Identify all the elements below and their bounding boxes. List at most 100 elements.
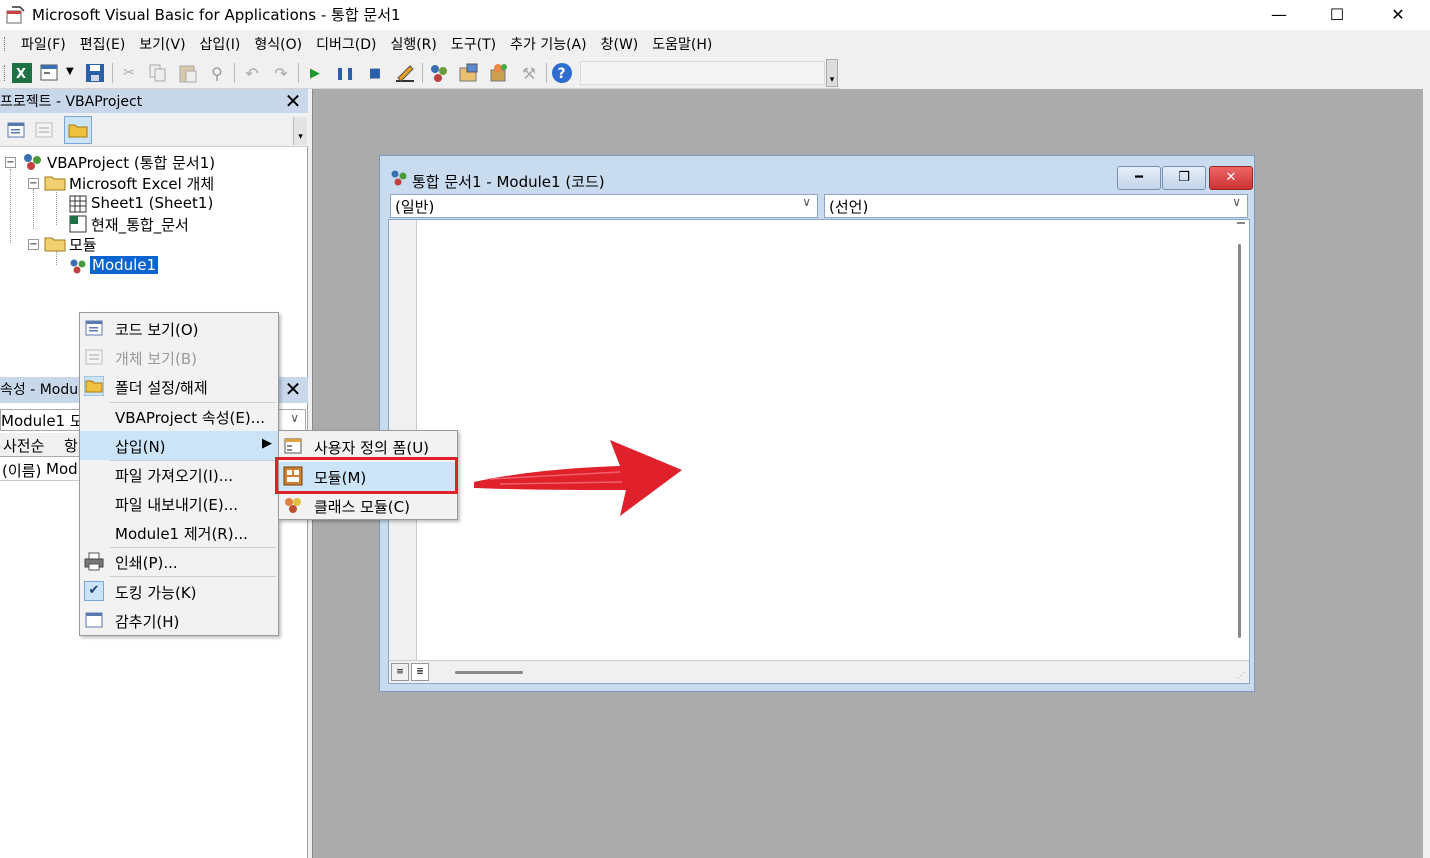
tree-item-this-workbook[interactable]: 현재_통합_문서	[91, 214, 189, 235]
chevron-down-icon: ∨	[1232, 195, 1241, 209]
menu-item-remove-module[interactable]: Module1 제거(R)...	[80, 518, 278, 547]
svg-text:X: X	[16, 67, 26, 82]
procedure-view-icon[interactable]: ≡	[391, 663, 409, 681]
chevron-down-icon: ∨	[802, 195, 811, 209]
menu-help[interactable]: 도움말(H)	[645, 34, 719, 54]
resize-grip-icon[interactable]: ⋰	[1237, 671, 1245, 680]
toolbar-options-icon[interactable]: ▾	[826, 59, 838, 87]
class-module-icon	[285, 498, 301, 513]
menu-item-label: Module1 제거(R)...	[115, 525, 248, 543]
paste-icon[interactable]	[177, 62, 199, 84]
view-code-icon[interactable]	[6, 120, 26, 140]
properties-pane-close-icon[interactable]: ✕	[282, 378, 304, 400]
menu-item-label: 파일 가져오기(I)...	[115, 467, 234, 485]
full-module-view-icon[interactable]: ≣	[411, 663, 429, 681]
chevron-down-icon[interactable]: ▼	[66, 66, 74, 77]
project-pane-close-icon[interactable]: ✕	[282, 90, 304, 112]
menu-item-label: 도킹 가능(K)	[115, 584, 197, 602]
menu-item-label: 감추기(H)	[115, 613, 180, 631]
menu-item-export-file[interactable]: 파일 내보내기(E)...	[80, 489, 278, 518]
vertical-scroll-thumb[interactable]	[1238, 244, 1241, 638]
redo-icon[interactable]: ↷	[270, 62, 292, 84]
menu-item-view-code[interactable]: 코드 보기(O)	[80, 314, 278, 343]
menu-debug[interactable]: 디버그(D)	[309, 34, 383, 54]
cut-icon[interactable]: ✂	[118, 62, 140, 84]
menu-view[interactable]: 보기(V)	[132, 34, 192, 54]
save-icon[interactable]	[84, 62, 106, 84]
submenu-item-class-module[interactable]: 클래스 모듈(C)	[279, 491, 457, 520]
copy-icon[interactable]	[147, 62, 169, 84]
horizontal-scroll-thumb[interactable]	[455, 671, 523, 674]
tree-item-vbaproject[interactable]: VBAProject (통합 문서1)	[47, 152, 215, 173]
procedure-combo[interactable]: (선언) ∨	[824, 194, 1248, 218]
project-explorer-icon[interactable]	[428, 62, 450, 84]
tree-collapse-root[interactable]: −	[5, 157, 16, 168]
excel-view-icon[interactable]: X	[11, 62, 33, 84]
properties-window-icon[interactable]	[458, 62, 480, 84]
procedure-combo-value: (선언)	[829, 198, 869, 216]
tab-categorized[interactable]: 항	[64, 435, 78, 456]
tree-item-excel-objects[interactable]: Microsoft Excel 개체	[69, 173, 214, 194]
worksheet-icon	[69, 195, 87, 213]
vertical-scrollbar[interactable]	[1231, 220, 1249, 660]
maximize-button[interactable]: ☐	[1308, 0, 1366, 28]
run-icon[interactable]: ▶	[304, 62, 326, 84]
menu-insert[interactable]: 삽입(I)	[193, 34, 248, 54]
tree-item-module1[interactable]: Module1	[90, 256, 159, 274]
horizontal-scrollbar[interactable]: ≡ ≣ ⋰	[389, 660, 1249, 683]
context-menu: 코드 보기(O) 개체 보기(B) 폴더 설정/해제 VBAProject 속성…	[79, 312, 279, 636]
tree-item-modules[interactable]: 모듈	[69, 234, 97, 255]
help-icon[interactable]: ?	[551, 62, 573, 84]
menu-item-view-object[interactable]: 개체 보기(B)	[80, 343, 278, 372]
menu-run[interactable]: 실행(R)	[383, 34, 443, 54]
menu-item-print[interactable]: 인쇄(P)...	[80, 547, 278, 576]
folder-icon	[84, 376, 104, 396]
minimize-button[interactable]: —	[1250, 0, 1308, 28]
standard-toolbar: X ▼ ✂ ⚲ ↶ ↷ ▶ ❚❚ ■ ⚒ ? ▾	[0, 57, 840, 89]
annotation-arrow-icon	[474, 440, 682, 516]
code-window-close[interactable]: ✕	[1209, 166, 1253, 190]
menu-item-hide[interactable]: 감추기(H)	[80, 606, 278, 635]
properties-pane-title: 속성 - Modu	[0, 382, 79, 398]
menu-file[interactable]: 파일(F)	[14, 34, 73, 54]
menu-format[interactable]: 형식(O)	[247, 34, 309, 54]
menu-tools[interactable]: 도구(T)	[444, 34, 503, 54]
menu-edit[interactable]: 편집(E)	[73, 34, 133, 54]
close-button[interactable]: ✕	[1369, 0, 1427, 28]
menu-item-import-file[interactable]: 파일 가져오기(I)...	[80, 460, 278, 489]
tree-collapse-modules[interactable]: −	[28, 239, 39, 250]
menu-addins[interactable]: 추가 기능(A)	[503, 34, 593, 54]
annotation-highlight-box	[275, 457, 458, 494]
toggle-folders-button[interactable]	[64, 116, 92, 144]
code-window-minimize[interactable]: ━	[1117, 166, 1161, 190]
find-icon[interactable]: ⚲	[206, 62, 228, 84]
design-mode-icon[interactable]	[394, 62, 416, 84]
object-combo[interactable]: (일반) ∨	[390, 194, 818, 218]
object-browser-icon[interactable]	[488, 62, 510, 84]
menubar-grip[interactable]	[4, 37, 7, 51]
break-icon[interactable]: ❚❚	[334, 62, 356, 84]
tree-collapse-excel-objects[interactable]: −	[28, 178, 39, 189]
toolbar-grip[interactable]	[4, 65, 7, 81]
menu-item-dockable[interactable]: ✔ 도킹 가능(K)	[80, 577, 278, 606]
insert-userform-icon[interactable]	[39, 62, 61, 84]
menu-item-project-properties[interactable]: VBAProject 속성(E)...	[80, 402, 278, 431]
view-object-icon[interactable]	[34, 120, 54, 140]
tab-alphabetic[interactable]: 사전순	[3, 435, 44, 456]
menu-window[interactable]: 창(W)	[594, 34, 646, 54]
reset-icon[interactable]: ■	[364, 62, 386, 84]
folder-icon	[44, 237, 66, 252]
code-window: 통합 문서1 - Module1 (코드) ━ ❐ ✕ (일반) ∨ (선언) …	[379, 155, 1255, 692]
object-combo-value: (일반)	[395, 198, 435, 216]
module-icon	[70, 259, 86, 274]
workbook-icon	[69, 215, 87, 233]
undo-icon[interactable]: ↶	[241, 62, 263, 84]
code-window-restore[interactable]: ❐	[1162, 166, 1206, 190]
right-edge	[1423, 89, 1430, 858]
menu-item-insert[interactable]: 삽입(N) ▶	[80, 431, 278, 460]
folder-icon	[44, 176, 66, 191]
project-toolbar-options-icon[interactable]: ▾	[293, 117, 307, 145]
menu-item-toggle-folders[interactable]: 폴더 설정/해제	[80, 372, 278, 401]
tree-item-sheet1[interactable]: Sheet1 (Sheet1)	[91, 194, 213, 212]
toolbox-icon[interactable]: ⚒	[518, 62, 540, 84]
